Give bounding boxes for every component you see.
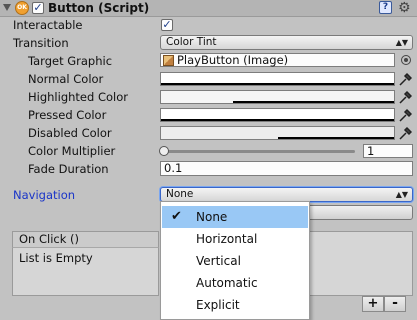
alpha-bar [277, 137, 394, 139]
add-event-button[interactable]: + [362, 296, 384, 312]
menu-item-label: Horizontal [196, 232, 258, 246]
pressed-color-field[interactable] [160, 108, 395, 122]
menu-item-label: Automatic [196, 276, 258, 290]
color-multiplier-label: Color Multiplier [28, 144, 116, 158]
color-multiplier-field[interactable]: 1 [363, 144, 413, 158]
component-enabled-checkbox[interactable]: ✓ [32, 2, 44, 14]
highlighted-color-label: Highlighted Color [28, 90, 128, 104]
checkmark-icon: ✔ [171, 209, 182, 224]
target-graphic-value: PlayButton (Image) [177, 53, 289, 67]
component-title: Button (Script) [48, 1, 150, 15]
object-picker-icon[interactable] [401, 55, 411, 65]
transition-label: Transition [13, 36, 69, 50]
alpha-bar [233, 101, 394, 103]
dropdown-arrow-icon: ▲▼ [395, 38, 408, 47]
highlighted-color-field[interactable] [160, 90, 395, 104]
gear-icon[interactable]: ⚙ [398, 0, 411, 16]
fade-duration-field[interactable]: 0.1 [160, 161, 413, 176]
navigation-value: None [166, 188, 194, 200]
dropdown-arrow-icon: ▲▼ [395, 190, 408, 199]
navigation-menu: ✔ None Horizontal Vertical Automatic Exp… [160, 201, 310, 320]
menu-item-label: Explicit [196, 298, 240, 312]
eyedropper-icon[interactable] [398, 71, 412, 87]
help-icon[interactable]: ? [379, 1, 392, 14]
menu-item-label: Vertical [196, 254, 241, 268]
script-icon: OK [15, 1, 29, 15]
navigation-dropdown[interactable]: None ▲▼ [160, 187, 413, 202]
color-multiplier-slider-track[interactable] [165, 150, 355, 153]
list-empty-text: List is Empty [19, 251, 93, 265]
disabled-color-field[interactable] [160, 126, 395, 140]
remove-event-button[interactable]: - [384, 296, 406, 312]
menu-item-horizontal[interactable]: Horizontal [162, 228, 308, 250]
navigation-label: Navigation [13, 188, 76, 202]
transition-value: Color Tint [166, 36, 217, 48]
menu-item-none[interactable]: ✔ None [162, 206, 308, 228]
interactable-label: Interactable [13, 18, 83, 32]
alpha-bar [161, 119, 394, 121]
target-graphic-label: Target Graphic [28, 54, 113, 68]
on-click-title: On Click () [19, 232, 80, 246]
fold-arrow-icon[interactable] [3, 4, 11, 11]
image-icon [163, 55, 174, 66]
color-multiplier-slider-thumb[interactable] [159, 146, 169, 156]
eyedropper-icon[interactable] [398, 125, 412, 141]
eyedropper-icon[interactable] [398, 107, 412, 123]
menu-item-automatic[interactable]: Automatic [162, 272, 308, 294]
normal-color-label: Normal Color [28, 72, 104, 86]
normal-color-field[interactable] [160, 72, 395, 86]
menu-item-vertical[interactable]: Vertical [162, 250, 308, 272]
pressed-color-label: Pressed Color [28, 108, 107, 122]
on-click-panel-right [310, 231, 413, 296]
transition-dropdown[interactable]: Color Tint ▲▼ [160, 35, 413, 50]
eyedropper-icon[interactable] [398, 89, 412, 105]
disabled-color-label: Disabled Color [28, 126, 112, 140]
interactable-checkbox[interactable]: ✓ [161, 19, 173, 31]
alpha-bar [161, 83, 394, 85]
menu-item-explicit[interactable]: Explicit [162, 294, 308, 316]
menu-item-label: None [196, 210, 228, 224]
fade-duration-label: Fade Duration [28, 162, 109, 176]
